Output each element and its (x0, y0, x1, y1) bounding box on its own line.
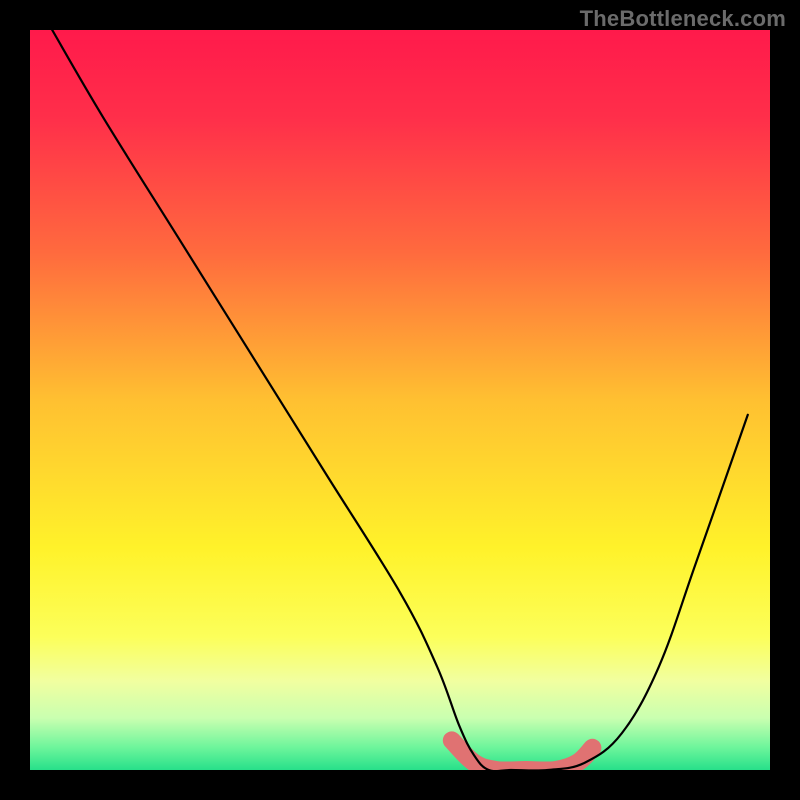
watermark-text: TheBottleneck.com (580, 6, 786, 32)
bottleneck-curve (52, 30, 748, 770)
curve-layer (30, 30, 770, 770)
plot-area (30, 30, 770, 770)
chart-frame: TheBottleneck.com (0, 0, 800, 800)
